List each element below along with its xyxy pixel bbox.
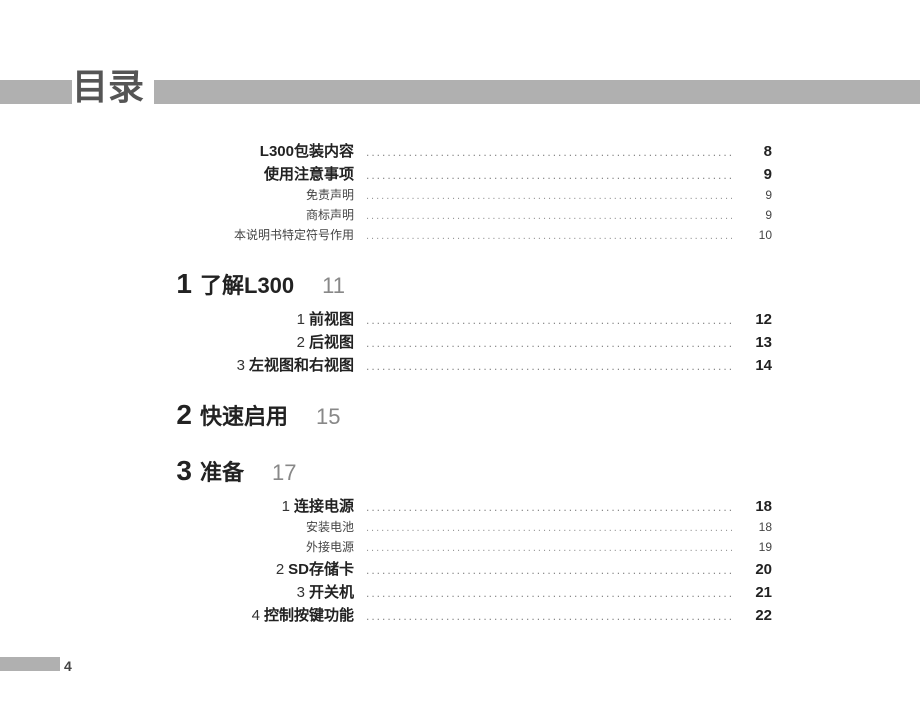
toc-leader-dots (360, 145, 732, 159)
toc-item-page: 9 (732, 188, 772, 202)
toc-item-label: 前视图 (309, 311, 354, 328)
toc-item-page: 9 (732, 166, 772, 183)
chapter-number: 3 (0, 455, 200, 487)
toc-item-label: 本说明书特定符号作用 (234, 228, 354, 242)
toc-row-left: 3左视图和右视图 (0, 354, 360, 375)
toc-row-left: 1连接电源 (0, 495, 360, 516)
toc-row-left: 安装电池 (0, 518, 360, 536)
toc-leader-dots (360, 586, 732, 600)
toc-item-index: 1 (282, 498, 290, 515)
toc-row: 免责声明 9 (0, 186, 920, 204)
toc-item-index: 4 (252, 607, 260, 624)
toc-row: 1前视图 12 (0, 308, 920, 329)
toc-leader-dots (360, 336, 732, 350)
toc-item-page: 9 (732, 208, 772, 222)
toc-item-label: SD存储卡 (288, 561, 354, 578)
chapter-number: 2 (0, 399, 200, 431)
toc-leader-dots (360, 359, 732, 373)
toc-leader-dots (360, 313, 732, 327)
toc-leader-dots (360, 210, 732, 222)
toc-leader-dots (360, 522, 732, 534)
toc-leader-dots (360, 168, 732, 182)
chapter-page: 15 (316, 404, 340, 430)
toc-item-index: 3 (297, 584, 305, 601)
toc-row-left: 本说明书特定符号作用 (0, 226, 360, 244)
toc-item-index: 2 (276, 561, 284, 578)
chapter-page: 17 (272, 460, 296, 486)
toc-row: 3开关机 21 (0, 581, 920, 602)
chapter-page: 11 (322, 273, 345, 299)
toc-item-label: 连接电源 (294, 498, 354, 515)
toc-row: 外接电源 19 (0, 538, 920, 556)
toc-row: L300包装内容 8 (0, 140, 920, 161)
toc-item-page: 18 (732, 520, 772, 534)
toc-item-label: 商标声明 (306, 208, 354, 222)
toc-item-page: 19 (732, 540, 772, 554)
toc-row-left: 1前视图 (0, 308, 360, 329)
toc-chapter-row: 3准备 17 (0, 455, 920, 487)
toc-item-page: 21 (732, 584, 772, 601)
toc-item-index: 2 (297, 334, 305, 351)
toc-leader-dots (360, 230, 732, 242)
toc-row-left: 商标声明 (0, 206, 360, 224)
footer-bar (0, 657, 60, 671)
toc-item-label: 后视图 (309, 334, 354, 351)
toc-item-label: 使用注意事项 (264, 166, 354, 183)
toc-preface: L300包装内容 8 使用注意事项 9 免责声明 9 商标声明 9 本说明书特定符号作用 10 (0, 140, 920, 244)
toc-row-left: 使用注意事项 (0, 163, 360, 184)
toc-row-left: 外接电源 (0, 538, 360, 556)
toc-row: 1连接电源 18 (0, 495, 920, 516)
toc-item-label: 外接电源 (306, 540, 354, 554)
toc-leader-dots (360, 609, 732, 623)
toc-item-page: 18 (732, 498, 772, 515)
toc-item-label: 左视图和右视图 (249, 357, 354, 374)
toc-row: 2后视图 13 (0, 331, 920, 352)
toc-item-label: 控制按键功能 (264, 607, 354, 624)
toc-item-page: 22 (732, 607, 772, 624)
toc-row: 2SD存储卡 20 (0, 558, 920, 579)
toc-row: 安装电池 18 (0, 518, 920, 536)
toc-chapter-row: 1了解L300 11 (0, 268, 920, 300)
chapter-number: 1 (0, 268, 200, 300)
toc-row: 4控制按键功能 22 (0, 604, 920, 625)
toc-item-label: 安装电池 (306, 520, 354, 534)
toc-leader-dots (360, 542, 732, 554)
toc-item-index: 1 (297, 311, 305, 328)
toc-item-page: 14 (732, 357, 772, 374)
toc-item-page: 12 (732, 311, 772, 328)
toc-item-index: 3 (237, 357, 245, 374)
toc-row: 商标声明 9 (0, 206, 920, 224)
toc-row-left: L300包装内容 (0, 140, 360, 161)
toc-row: 使用注意事项 9 (0, 163, 920, 184)
toc-item-page: 10 (732, 228, 772, 242)
chapter-title: 准备 (200, 455, 244, 487)
toc-row-left: 2后视图 (0, 331, 360, 352)
toc-item-label: 免责声明 (306, 188, 354, 202)
footer-page-number: 4 (64, 658, 72, 674)
chapter-title: 了解L300 (200, 268, 294, 300)
toc-item-page: 13 (732, 334, 772, 351)
toc-item-page: 20 (732, 561, 772, 578)
toc-item-label: 开关机 (309, 584, 354, 601)
page-title: 目录 (72, 58, 154, 110)
toc-row: 3左视图和右视图 14 (0, 354, 920, 375)
toc-row-left: 2SD存储卡 (0, 558, 360, 579)
toc-row-left: 3开关机 (0, 581, 360, 602)
toc-leader-dots (360, 563, 732, 577)
toc-leader-dots (360, 190, 732, 202)
toc-leader-dots (360, 500, 732, 514)
chapter-title: 快速启用 (200, 399, 288, 431)
toc-chapters: 1了解L300111前视图122后视图133左视图和右视图142快速启用153准… (0, 268, 920, 625)
toc-item-label: L300包装内容 (260, 143, 354, 160)
toc-chapter-row: 2快速启用 15 (0, 399, 920, 431)
toc-row-left: 免责声明 (0, 186, 360, 204)
toc-row: 本说明书特定符号作用 10 (0, 226, 920, 244)
toc-row-left: 4控制按键功能 (0, 604, 360, 625)
toc-content: L300包装内容 8 使用注意事项 9 免责声明 9 商标声明 9 本说明书特定符号作用 10 1… (0, 138, 920, 627)
toc-item-page: 8 (732, 143, 772, 160)
